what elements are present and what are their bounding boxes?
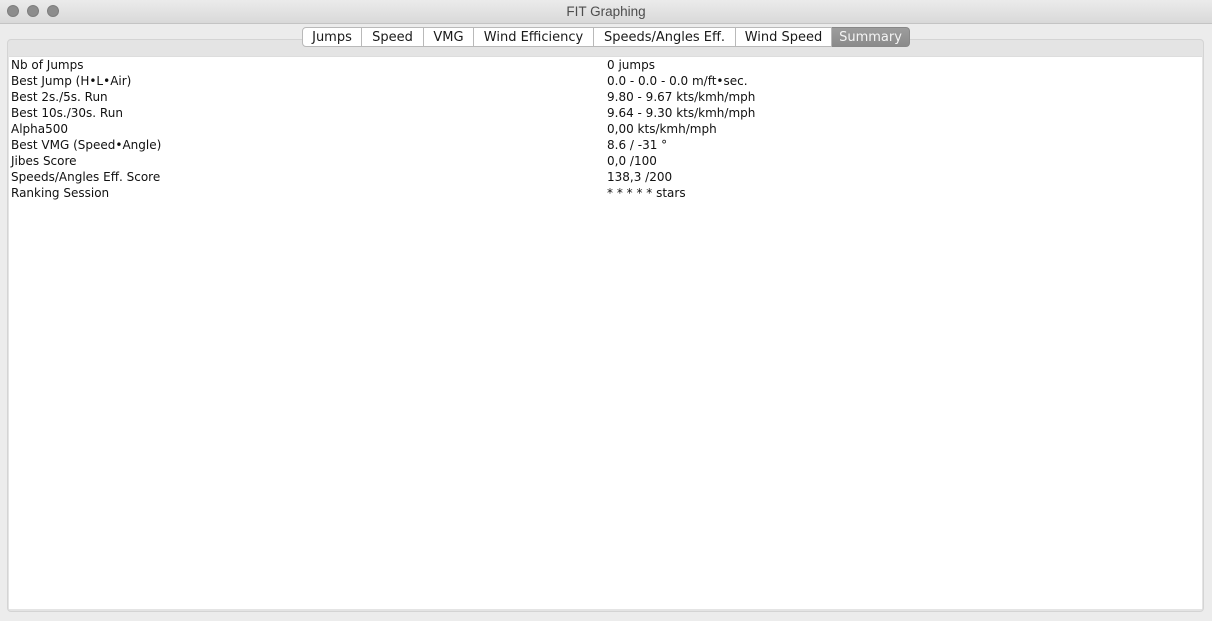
window-title: FIT Graphing (566, 4, 646, 19)
tab-wind-speed[interactable]: Wind Speed (736, 27, 832, 47)
summary-row-label: Best 2s./5s. Run (11, 90, 108, 104)
summary-row-jibes-score: Jibes Score 0,0 /100 (11, 153, 1202, 169)
tab-vmg[interactable]: VMG (424, 27, 474, 47)
summary-row-label: Ranking Session (11, 186, 110, 200)
tab-jumps[interactable]: Jumps (302, 27, 362, 47)
tab-speeds-angles-eff[interactable]: Speeds/Angles Eff. (594, 27, 736, 47)
summary-row-speeds-angles-eff-score: Speeds/Angles Eff. Score 138,3 /200 (11, 169, 1202, 185)
summary-row-label: Speeds/Angles Eff. Score (11, 170, 161, 184)
summary-table: Nb of Jumps 0 jumps Best Jump (H•L•Air) … (11, 57, 1202, 201)
summary-row-value: 0,0 /100 (607, 154, 657, 168)
summary-row-label: Nb of Jumps (11, 58, 84, 72)
summary-row-value: 138,3 /200 (607, 170, 673, 184)
summary-row-best-vmg: Best VMG (Speed•Angle) 8.6 / -31 ° (11, 137, 1202, 153)
tab-wind-efficiency[interactable]: Wind Efficiency (474, 27, 594, 47)
summary-panel: Nb of Jumps 0 jumps Best Jump (H•L•Air) … (9, 56, 1202, 609)
summary-row-label: Best Jump (H•L•Air) (11, 74, 132, 88)
summary-row-alpha500: Alpha500 0,00 kts/kmh/mph (11, 121, 1202, 137)
summary-row-value: 0.0 - 0.0 - 0.0 m/ft•sec. (607, 74, 748, 88)
summary-row-label: Best 10s./30s. Run (11, 106, 123, 120)
summary-row-value: 9.80 - 9.67 kts/kmh/mph (607, 90, 756, 104)
summary-row-value: * * * * * stars (607, 186, 686, 200)
summary-row-value: 0 jumps (607, 58, 655, 72)
summary-row-ranking-session: Ranking Session * * * * * stars (11, 185, 1202, 201)
summary-row-value: 9.64 - 9.30 kts/kmh/mph (607, 106, 756, 120)
summary-row-value: 0,00 kts/kmh/mph (607, 122, 717, 136)
tab-summary[interactable]: Summary (832, 27, 910, 47)
tab-speed[interactable]: Speed (362, 27, 424, 47)
title-bar[interactable]: FIT Graphing (0, 0, 1212, 24)
summary-row-nb-of-jumps: Nb of Jumps 0 jumps (11, 57, 1202, 73)
summary-row-label: Alpha500 (11, 122, 69, 136)
summary-row-label: Jibes Score (11, 154, 77, 168)
summary-row-best-jump: Best Jump (H•L•Air) 0.0 - 0.0 - 0.0 m/ft… (11, 73, 1202, 89)
summary-row-value: 8.6 / -31 ° (607, 138, 668, 152)
tab-bar: Jumps Speed VMG Wind Efficiency Speeds/A… (302, 27, 910, 47)
summary-row-best-2s-5s-run: Best 2s./5s. Run 9.80 - 9.67 kts/kmh/mph (11, 89, 1202, 105)
summary-row-label: Best VMG (Speed•Angle) (11, 138, 162, 152)
app-window: FIT Graphing Jumps Speed VMG Wind Effici… (0, 0, 1212, 621)
summary-row-best-10s-30s-run: Best 10s./30s. Run 9.64 - 9.30 kts/kmh/m… (11, 105, 1202, 121)
